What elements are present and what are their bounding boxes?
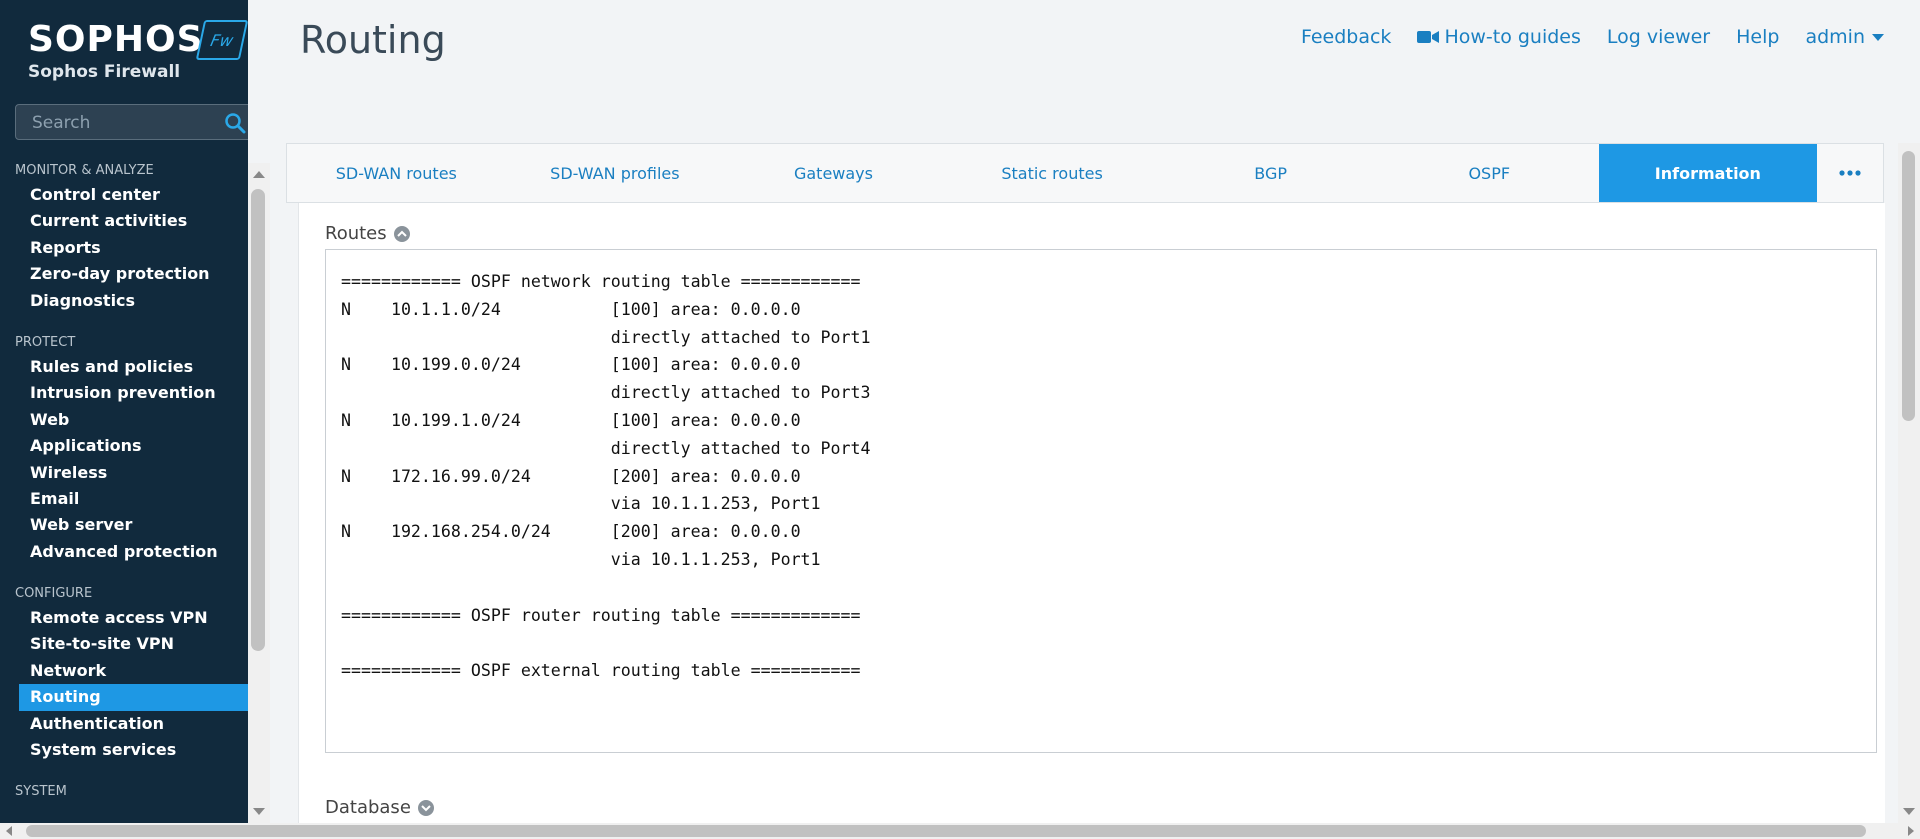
nav-section-configure: CONFIGURE [15,586,93,602]
sidebar-item-control-center[interactable]: Control center [0,182,248,208]
tab-sd-wan-routes[interactable]: SD-WAN routes [287,144,506,202]
horizontal-scrollbar[interactable] [0,823,1920,839]
howto-guides-label: How-to guides [1444,26,1581,48]
sidebar-item-web[interactable]: Web [0,407,248,433]
main-scroll-down-arrow-icon[interactable] [1903,808,1915,815]
routes-line: directly attached to Port3 [341,383,871,403]
sidebar-item-system-services[interactable]: System services [0,737,248,763]
fw-badge-icon: Fw [195,20,248,60]
user-name: admin [1805,26,1865,48]
sidebar-item-email[interactable]: Email [0,486,248,512]
nav-section-monitor: MONITOR & ANALYZE [15,163,154,178]
sidebar-item-network[interactable]: Network [0,658,248,684]
chevron-down-icon [1872,33,1884,41]
search-icon[interactable] [224,112,246,134]
chevron-up-circle-icon[interactable] [393,225,411,243]
routes-line: N 192.168.254.0/24 [200] area: 0.0.0.0 [341,522,801,542]
sidebar-item-applications[interactable]: Applications [0,433,248,459]
page-title: Routing [300,18,446,62]
sidebar-item-web-server[interactable]: Web server [0,512,248,538]
tab-gateways[interactable]: Gateways [724,144,943,202]
scroll-up-arrow-icon[interactable] [253,171,265,178]
content-panel: Routes ============ OSPF network routing… [298,203,1885,823]
more-tabs-button[interactable] [1817,144,1883,202]
sidebar-scrollbar[interactable] [248,163,270,823]
routes-line: directly attached to Port4 [341,438,871,458]
horizontal-scroll-thumb[interactable] [26,825,1866,837]
routes-line: ============ OSPF external routing table… [341,661,861,681]
sidebar-item-advanced-protection[interactable]: Advanced protection [0,539,248,565]
top-links: Feedback How-to guides Log viewer Help a… [1301,26,1884,48]
nav-section-system: SYSTEM [15,784,67,800]
tab-bar: SD-WAN routes SD-WAN profiles Gateways S… [286,143,1884,203]
video-camera-icon [1417,31,1440,43]
database-section-header[interactable]: Database [325,797,435,818]
sidebar-nav: MONITOR & ANALYZE Control center Current… [0,160,248,803]
sidebar-item-current-activities[interactable]: Current activities [0,208,248,234]
tab-static-routes[interactable]: Static routes [943,144,1162,202]
sidebar-scroll-thumb[interactable] [251,189,265,651]
routes-section-title: Routes [325,223,387,244]
routes-line: directly attached to Port1 [341,327,871,347]
scroll-down-arrow-icon[interactable] [253,808,265,815]
routes-text: ============ OSPF network routing table … [326,250,1876,685]
routes-line: ============ OSPF router routing table =… [341,605,861,625]
sidebar-item-remote-access-vpn[interactable]: Remote access VPN [0,605,248,631]
search-box [15,104,248,140]
sidebar-item-routing[interactable]: Routing [19,684,248,711]
sidebar-item-zero-day-protection[interactable]: Zero-day protection [0,261,248,287]
routes-line: ============ OSPF network routing table … [341,272,861,291]
brand-logo[interactable]: SOPHOS [28,20,204,60]
sidebar-item-rules-and-policies[interactable]: Rules and policies [0,354,248,380]
nav-section-protect: PROTECT [15,334,76,350]
sidebar-item-wireless[interactable]: Wireless [0,460,248,486]
sidebar: SOPHOS Sophos Firewall Fw MONITOR & ANAL… [0,0,248,839]
routes-line: via 10.1.1.253, Port1 [341,549,821,569]
routes-line: via 10.1.1.253, Port1 [341,494,821,514]
log-viewer-link[interactable]: Log viewer [1607,26,1710,48]
routes-output: ============ OSPF network routing table … [325,249,1877,753]
sidebar-item-site-to-site-vpn[interactable]: Site-to-site VPN [0,631,248,657]
tab-bgp[interactable]: BGP [1161,144,1380,202]
search-input[interactable] [30,112,224,134]
user-menu[interactable]: admin [1805,26,1884,48]
sidebar-item-intrusion-prevention[interactable]: Intrusion prevention [0,380,248,406]
scroll-left-arrow-icon[interactable] [6,826,12,836]
routes-line: N 10.199.0.0/24 [100] area: 0.0.0.0 [341,355,801,375]
product-name: Sophos Firewall [28,62,181,82]
more-horizontal-icon [1839,170,1861,176]
database-section-title: Database [325,797,411,818]
sidebar-item-reports[interactable]: Reports [0,235,248,261]
sidebar-item-diagnostics[interactable]: Diagnostics [0,288,248,314]
tab-sd-wan-profiles[interactable]: SD-WAN profiles [506,144,725,202]
sidebar-item-authentication[interactable]: Authentication [0,711,248,737]
tab-information[interactable]: Information [1598,144,1818,202]
tab-ospf[interactable]: OSPF [1380,144,1599,202]
chevron-down-circle-icon[interactable] [417,799,435,817]
scroll-right-arrow-icon[interactable] [1908,826,1914,836]
brand: SOPHOS Sophos Firewall [28,20,204,83]
howto-guides-link[interactable]: How-to guides [1417,26,1581,48]
help-link[interactable]: Help [1736,26,1779,48]
feedback-link[interactable]: Feedback [1301,26,1391,48]
main-scrollbar[interactable] [1898,143,1920,823]
routes-section-header[interactable]: Routes [325,223,411,244]
routes-line: N 10.1.1.0/24 [100] area: 0.0.0.0 [341,299,801,319]
routes-line: N 172.16.99.0/24 [200] area: 0.0.0.0 [341,466,801,486]
main-scroll-thumb[interactable] [1902,151,1915,421]
routes-line: N 10.199.1.0/24 [100] area: 0.0.0.0 [341,410,801,430]
